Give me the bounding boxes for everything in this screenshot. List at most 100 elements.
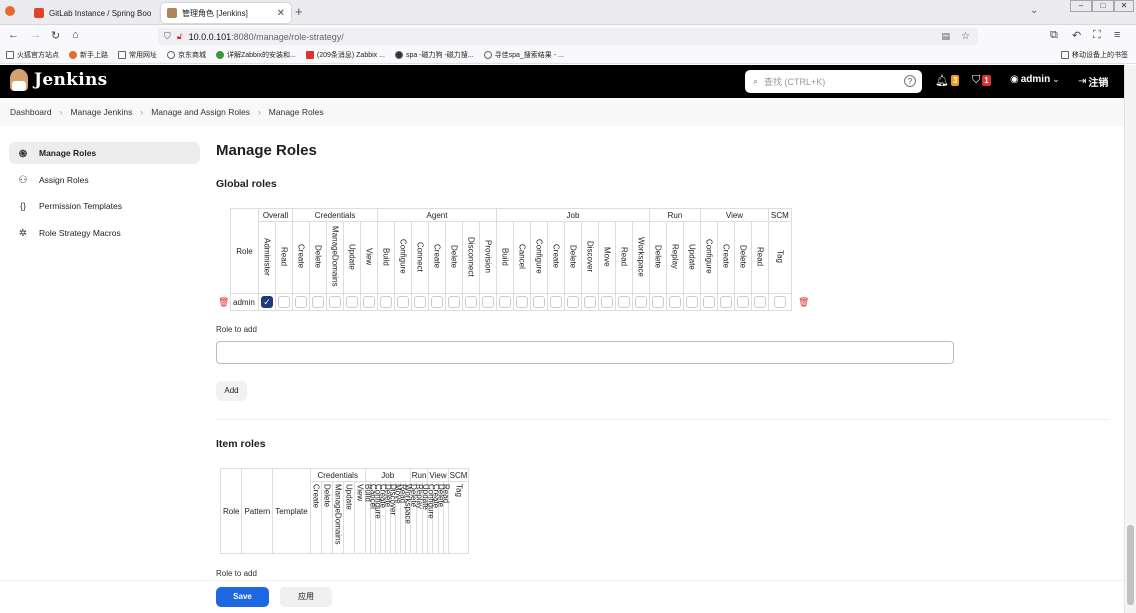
permission-checkbox[interactable] [567, 296, 579, 308]
permission-checkbox[interactable] [601, 296, 613, 308]
bookmark-item[interactable]: 新手上路 [69, 50, 108, 60]
search-help-icon[interactable]: ? [904, 75, 916, 87]
fingerprint-icon: ֍ [18, 149, 28, 160]
permission-checkbox[interactable] [533, 296, 545, 308]
page-scrollbar[interactable] [1124, 65, 1136, 613]
permission-checkbox[interactable] [584, 296, 596, 308]
notifications-button[interactable]: 🔔︎ 3 [935, 74, 960, 87]
browser-tab-jenkins[interactable]: 管理角色 [Jenkins] ✕ [161, 3, 291, 23]
tab-list-icon[interactable]: ⌄ [1030, 5, 1038, 16]
permission-checkbox[interactable] [278, 296, 290, 308]
permission-checkbox[interactable]: ✓ [261, 296, 273, 308]
logout-icon: ⇥ [1078, 76, 1087, 87]
reader-view-icon[interactable]: ▤ [941, 31, 950, 42]
mobile-bookmarks[interactable]: 移动设备上的书签 [1061, 50, 1128, 60]
address-bar[interactable]: ⛉ 🔓︎ 10.0.0.101:8080/manage/role-strateg… [158, 28, 978, 45]
sidebar-item-permission-templates[interactable]: {} Permission Templates [9, 195, 200, 217]
maximize-button[interactable]: □ [1092, 0, 1114, 12]
bookmark-item[interactable]: (209条消息) Zabbix ... [305, 50, 385, 60]
permission-checkbox[interactable] [380, 296, 392, 308]
bookmark-item[interactable]: spa -磁力狗 -磁力搜... [394, 50, 474, 60]
permission-checkbox[interactable] [754, 296, 766, 308]
permission-header: Tag [447, 481, 470, 554]
permission-checkbox[interactable] [720, 296, 732, 308]
sidebar-item-manage-roles[interactable]: ֍ Manage Roles [9, 142, 200, 164]
permission-checkbox[interactable] [618, 296, 630, 308]
apply-button[interactable]: 应用 [280, 587, 332, 607]
breadcrumb-dashboard[interactable]: Dashboard [10, 107, 52, 117]
permission-checkbox[interactable] [414, 296, 426, 308]
new-tab-button[interactable]: + [295, 4, 303, 19]
breadcrumb-manage-jenkins[interactable]: Manage Jenkins [70, 107, 132, 117]
save-button[interactable]: Save [216, 587, 269, 607]
bookmark-item[interactable]: 京东商城 [167, 50, 206, 60]
permission-checkbox[interactable] [465, 296, 477, 308]
close-tab-icon[interactable]: ✕ [277, 8, 285, 19]
bookmark-label: 详解Zabbix的安装和... [227, 52, 296, 59]
permission-checkbox[interactable] [482, 296, 494, 308]
permission-checkbox[interactable] [635, 296, 647, 308]
forward-icon[interactable]: → [30, 29, 41, 41]
bookmark-item[interactable]: 详解Zabbix的安装和... [216, 50, 296, 60]
search-input[interactable]: ⌕ 查找 (CTRL+K) ? [745, 70, 922, 93]
delete-role-icon[interactable]: 🗑︎ [218, 297, 229, 308]
permission-checkbox[interactable] [550, 296, 562, 308]
permission-checkbox[interactable] [431, 296, 443, 308]
permission-checkbox[interactable] [703, 296, 715, 308]
logout-link[interactable]: ⇥ 注销 [1078, 74, 1108, 89]
permission-checkbox[interactable] [737, 296, 749, 308]
sidebar-item-label: Assign Roles [39, 175, 89, 185]
permission-checkbox[interactable] [448, 296, 460, 308]
permission-checkbox[interactable] [669, 296, 681, 308]
permission-checkbox[interactable] [516, 296, 528, 308]
browser-tab-gitlab[interactable]: GitLab Instance / Spring Boo ✕ [28, 3, 156, 23]
sidebar-item-assign-roles[interactable]: ⚇ Assign Roles [9, 169, 200, 191]
jenkins-logo-link[interactable]: Jenkins [10, 69, 108, 91]
permission-checkbox[interactable] [363, 296, 375, 308]
chevron-down-icon: ⌄ [1052, 74, 1060, 84]
bookmark-star-icon[interactable]: ☆ [961, 31, 970, 42]
user-menu[interactable]: ◉ admin ⌄ [1010, 74, 1060, 85]
minimize-button[interactable]: – [1070, 0, 1092, 12]
scrollbar-thumb[interactable] [1127, 525, 1134, 605]
close-window-button[interactable]: ✕ [1114, 0, 1134, 12]
page-title: Manage Roles [216, 142, 317, 159]
home-icon[interactable]: ⌂ [72, 29, 79, 41]
permission-checkbox[interactable] [312, 296, 324, 308]
bookmark-item[interactable]: 火狐官方站点 [6, 50, 59, 60]
permission-checkbox[interactable] [652, 296, 664, 308]
tab-title: GitLab Instance / Spring Boo [49, 8, 152, 18]
firefox-menu-icon[interactable] [5, 6, 15, 16]
role-to-add-input[interactable] [216, 341, 954, 364]
permission-cell [326, 293, 344, 311]
permission-header: Create [547, 221, 565, 294]
permission-checkbox[interactable] [295, 296, 307, 308]
bookmark-label: 火狐官方站点 [17, 52, 59, 59]
menu-icon[interactable]: ≡ [1114, 29, 1120, 41]
breadcrumb-manage-roles[interactable]: Manage Roles [269, 107, 324, 117]
undo-icon[interactable]: ↶ [1072, 29, 1081, 42]
globe-icon [167, 51, 175, 59]
reload-icon[interactable]: ↻ [51, 29, 60, 42]
back-icon[interactable]: ← [8, 29, 19, 41]
role-to-add-label: Role to add [216, 325, 257, 334]
permission-checkbox[interactable] [773, 296, 786, 308]
permission-checkbox[interactable] [346, 296, 358, 308]
extensions-icon[interactable]: ⛶ [1093, 29, 1101, 42]
permission-header: Update [343, 221, 361, 294]
permission-checkbox[interactable] [499, 296, 511, 308]
permission-group-header: Run [649, 208, 701, 222]
breadcrumb-manage-assign-roles[interactable]: Manage and Assign Roles [151, 107, 250, 117]
permission-checkbox[interactable] [397, 296, 409, 308]
security-button[interactable]: ⛉ 1 [972, 74, 991, 87]
jenkins-butler-icon [10, 69, 28, 91]
sidebar-item-role-strategy-macros[interactable]: ✲ Role Strategy Macros [9, 222, 200, 244]
bookmark-item[interactable]: 常用网址 [118, 50, 157, 60]
permission-checkbox[interactable] [686, 296, 698, 308]
permission-checkbox[interactable] [329, 296, 341, 308]
add-role-button[interactable]: Add [216, 381, 247, 401]
permission-label: Delete [313, 244, 323, 269]
screenshot-icon[interactable]: ⧉ [1050, 29, 1058, 42]
delete-role-icon[interactable]: 🗑︎ [798, 297, 809, 308]
bookmark-item[interactable]: 寻佳spa_搜索结果 - ... [483, 50, 564, 60]
